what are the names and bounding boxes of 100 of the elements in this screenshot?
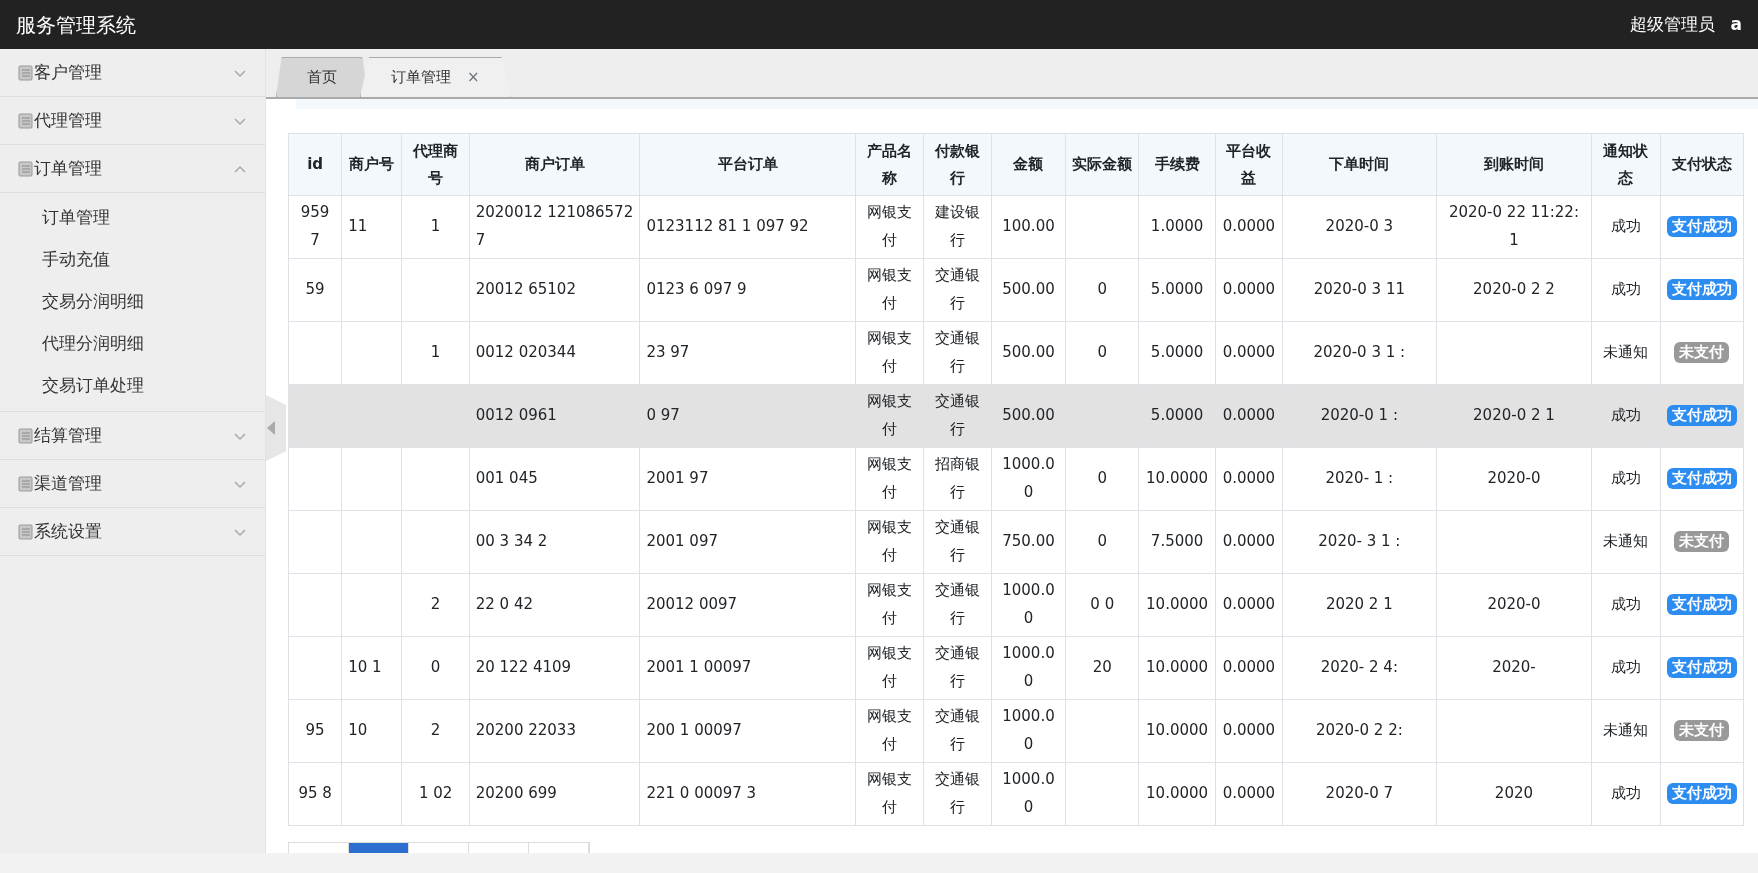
- table-cell: 2020: [1436, 762, 1592, 826]
- status-badge: 支付成功: [1666, 594, 1737, 616]
- table-cell: 2020-0 7: [1282, 762, 1437, 826]
- column-header: id: [288, 133, 342, 196]
- table-cell: 10: [341, 699, 402, 763]
- table-cell: 10.0000: [1138, 573, 1216, 637]
- table-cell: 未通知: [1591, 321, 1661, 385]
- table-cell: 0.0000: [1215, 762, 1283, 826]
- table-cell: 221 0 00097 3: [639, 762, 856, 826]
- table-cell: 成功: [1591, 195, 1661, 259]
- table-cell: 0: [1065, 447, 1139, 511]
- table-cell: 网银支付: [855, 510, 924, 574]
- table-cell: 成功: [1591, 636, 1661, 700]
- table-cell: 2: [401, 573, 470, 637]
- table-cell: 7.5000: [1138, 510, 1216, 574]
- table-cell: 0.0000: [1215, 321, 1283, 385]
- table-cell: 1: [401, 321, 470, 385]
- table-cell: 2001 1 00097: [639, 636, 856, 700]
- table-cell: 2020-0 2 2:: [1282, 699, 1437, 763]
- status-badge: 未支付: [1674, 531, 1730, 553]
- table-cell: 1000.00: [991, 699, 1066, 763]
- table-cell: 0 0: [1065, 573, 1139, 637]
- table-cell: 网银支付: [855, 384, 924, 448]
- document-icon: [18, 112, 34, 129]
- table-cell: 网银支付: [855, 447, 924, 511]
- table-cell: 2020-0 1 :: [1282, 384, 1437, 448]
- table-cell: 交通银行: [923, 699, 992, 763]
- table-cell: 2020-0 3 11: [1282, 258, 1437, 322]
- table-cell: 网银支付: [855, 762, 924, 826]
- column-header: 平台订单: [639, 133, 856, 196]
- table-cell: 网银支付: [855, 258, 924, 322]
- table-cell: 5.0000: [1138, 258, 1216, 322]
- table-cell: 2020- 1 :: [1282, 447, 1437, 511]
- column-header: 手续费: [1138, 133, 1216, 196]
- table-cell: 0.0000: [1215, 195, 1283, 259]
- table-cell: 交通银行: [923, 321, 992, 385]
- table-cell: 500.00: [991, 321, 1066, 385]
- status-badge: 支付成功: [1666, 279, 1737, 301]
- table-cell: 2020-0: [1436, 573, 1592, 637]
- table-cell: 建设银行: [923, 195, 992, 259]
- close-button[interactable]: ×: [467, 66, 480, 89]
- table-cell: 10.0000: [1138, 636, 1216, 700]
- table-cell: 0.0000: [1215, 384, 1283, 448]
- table-cell: 0: [401, 636, 470, 700]
- table-cell: 2001 097: [639, 510, 856, 574]
- table-cell: 2020- 2 4:: [1282, 636, 1437, 700]
- document-icon: [18, 160, 34, 177]
- table-cell: 0: [1065, 510, 1139, 574]
- table-cell: 2020-0 2 2: [1436, 258, 1592, 322]
- status-badge: 支付成功: [1666, 468, 1737, 490]
- status-badge: 未支付: [1674, 720, 1730, 742]
- table-cell: 成功: [1591, 447, 1661, 511]
- table-cell: 1000.00: [991, 447, 1066, 511]
- table-cell: 10.0000: [1138, 762, 1216, 826]
- table-cell: 未通知: [1591, 510, 1661, 574]
- status-badge: 支付成功: [1666, 216, 1737, 238]
- status-badge: 支付成功: [1666, 783, 1737, 805]
- table-cell: 001 045: [469, 447, 640, 511]
- table-cell: 交通银行: [923, 384, 992, 448]
- table-cell: 20200 699: [469, 762, 640, 826]
- table-cell: 0.0000: [1215, 699, 1283, 763]
- table-cell: 交通银行: [923, 573, 992, 637]
- table-cell: 500.00: [991, 258, 1066, 322]
- column-header: 金额: [991, 133, 1066, 196]
- table-cell: 2020-: [1436, 636, 1592, 700]
- table-cell: 0.0000: [1215, 636, 1283, 700]
- table-cell: 0123 6 097 9: [639, 258, 856, 322]
- table-cell: 交通银行: [923, 258, 992, 322]
- table-cell: 5.0000: [1138, 384, 1216, 448]
- table-cell: 未通知: [1591, 699, 1661, 763]
- table-cell: 0123112 81 1 097 92: [639, 195, 856, 259]
- table-cell: 0012 020344: [469, 321, 640, 385]
- table-cell: 1: [401, 195, 470, 259]
- table-cell: 959 7: [288, 195, 342, 259]
- table-cell: 20012 65102: [469, 258, 640, 322]
- table-cell: 2020-0 2 1: [1436, 384, 1592, 448]
- column-header: 实际金额: [1065, 133, 1139, 196]
- table-cell: 200 1 00097: [639, 699, 856, 763]
- column-header: 产品名称: [855, 133, 924, 196]
- left-arrow-icon: [266, 421, 276, 436]
- tab[interactable]: 订单管理 ×: [360, 57, 511, 98]
- table-cell: 1000.00: [991, 573, 1066, 637]
- table-cell: 500.00: [991, 384, 1066, 448]
- table-cell: 750.00: [991, 510, 1066, 574]
- user-name[interactable]: a: [1730, 11, 1742, 38]
- table-cell: 成功: [1591, 384, 1661, 448]
- table-cell: 招商银行: [923, 447, 992, 511]
- column-header: 代理商号: [401, 133, 470, 196]
- table-cell: 成功: [1591, 573, 1661, 637]
- table-cell: 11: [341, 195, 402, 259]
- column-header: 平台收益: [1215, 133, 1283, 196]
- column-header: 商户订单: [469, 133, 640, 196]
- table-cell: 2020-0 3 1 :: [1282, 321, 1437, 385]
- table-cell: 95: [288, 699, 342, 763]
- table-cell: 1000.00: [991, 762, 1066, 826]
- table-cell: 成功: [1591, 258, 1661, 322]
- document-icon: [18, 523, 34, 540]
- table-cell: 23 97: [639, 321, 856, 385]
- column-header: 商户号: [341, 133, 402, 196]
- table-cell: 20200 22033: [469, 699, 640, 763]
